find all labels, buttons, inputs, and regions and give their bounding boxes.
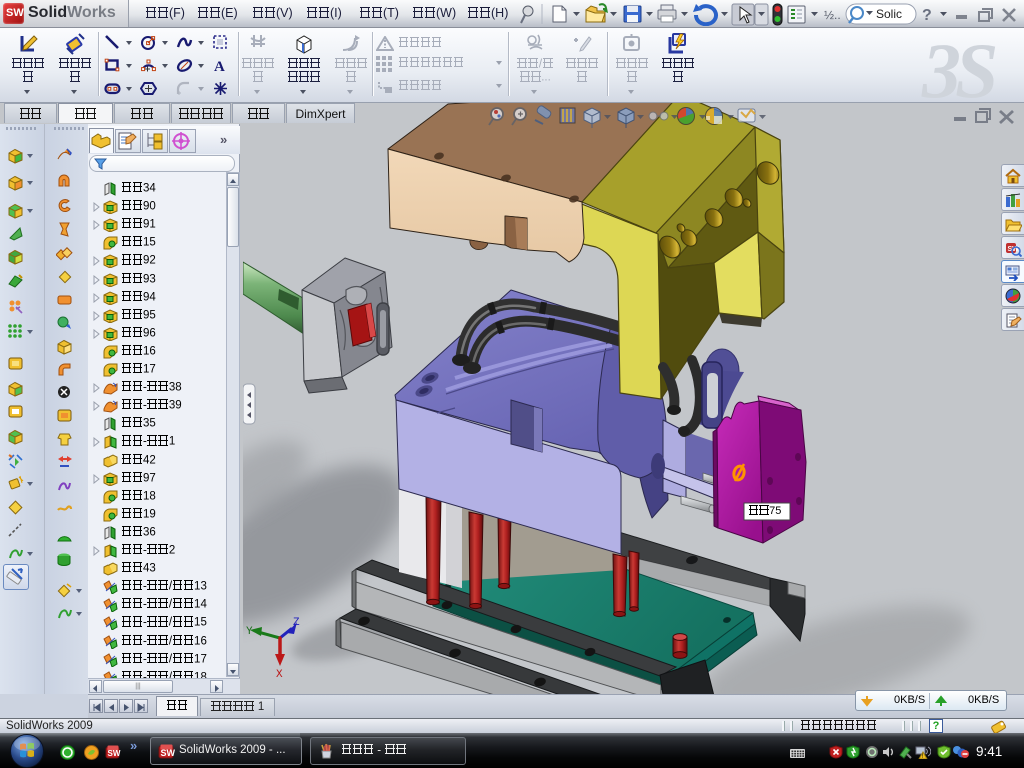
svg-text:Solic: Solic [876,7,902,21]
svg-text:Z: Z [293,617,300,629]
svg-text:Y: Y [246,626,253,638]
svg-text:X: X [276,669,283,681]
svg-text:SW: SW [161,748,176,758]
svg-text:½..: ½.. [824,8,841,22]
svg-text:?: ? [922,7,932,24]
svg-text:SW: SW [108,749,121,758]
